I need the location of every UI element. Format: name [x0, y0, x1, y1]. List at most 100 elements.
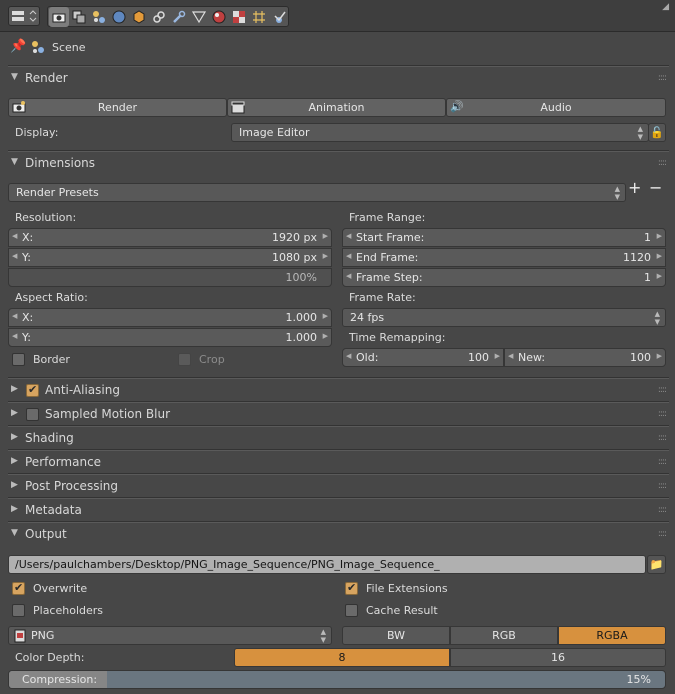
increment-arrow-icon[interactable]: ▶ [657, 272, 662, 280]
start-frame-field[interactable]: ◀ Start Frame: 1 ▶ [342, 228, 666, 247]
increment-arrow-icon[interactable]: ▶ [323, 232, 328, 240]
output-path-field[interactable]: /Users/paulchambers/Desktop/PNG_Image_Se… [8, 555, 646, 574]
scene-icon[interactable] [89, 7, 109, 27]
drag-grip-icon[interactable]: :::: [658, 73, 667, 83]
compression-slider[interactable]: Compression: 15% [8, 670, 666, 689]
decrement-arrow-icon[interactable]: ◀ [346, 352, 351, 360]
file-extensions-label: File Extensions [366, 582, 448, 595]
drag-grip-icon[interactable]: :::: [658, 433, 667, 443]
decrement-arrow-icon[interactable]: ◀ [12, 232, 17, 240]
particles-icon[interactable] [249, 7, 269, 27]
shading-panel-header[interactable]: ▶ Shading :::: [8, 426, 669, 449]
increment-arrow-icon[interactable]: ▶ [323, 332, 328, 340]
resolution-y-field[interactable]: ◀ Y: 1080 px ▶ [8, 248, 332, 267]
object-icon[interactable] [129, 7, 149, 27]
add-preset-button[interactable]: + [628, 180, 641, 196]
increment-arrow-icon[interactable]: ▶ [495, 352, 500, 360]
drag-grip-icon[interactable]: :::: [658, 481, 667, 491]
header-corner-icon[interactable]: ◢ [662, 0, 669, 14]
decrement-arrow-icon[interactable]: ◀ [12, 252, 17, 260]
render-tab-camera-icon[interactable] [49, 7, 69, 27]
motion-blur-checkbox[interactable] [26, 408, 39, 421]
display-dropdown[interactable]: Image Editor ▲ ▼ [231, 123, 649, 142]
lock-interface-icon[interactable]: 🔓 [648, 123, 666, 142]
resolution-x-field[interactable]: ◀ X: 1920 px ▶ [8, 228, 332, 247]
end-frame-field[interactable]: ◀ End Frame: 1120 ▶ [342, 248, 666, 267]
animation-button[interactable]: Animation [227, 98, 446, 117]
increment-arrow-icon[interactable]: ▶ [657, 252, 662, 260]
color-depth-16[interactable]: 16 [450, 648, 666, 667]
color-mode-rgb[interactable]: RGB [450, 626, 558, 645]
file-format-value: PNG [31, 629, 55, 642]
color-mode-bw[interactable]: BW [342, 626, 450, 645]
res-y-value: 1080 px [272, 251, 317, 264]
drag-grip-icon[interactable]: :::: [658, 409, 667, 419]
metadata-panel-header[interactable]: ▶ Metadata :::: [8, 498, 669, 521]
frame-step-field[interactable]: ◀ Frame Step: 1 ▶ [342, 268, 666, 287]
decrement-arrow-icon[interactable]: ◀ [346, 232, 351, 240]
remap-old-label: Old: [356, 351, 379, 364]
constraints-icon[interactable] [149, 7, 169, 27]
remove-preset-button[interactable]: − [649, 180, 662, 196]
material-icon[interactable] [209, 7, 229, 27]
file-extensions-checkbox[interactable] [345, 581, 358, 595]
increment-arrow-icon[interactable]: ▶ [657, 232, 662, 240]
file-format-dropdown[interactable]: PNG ▲ ▼ [8, 626, 332, 645]
remap-old-field[interactable]: ◀ Old: 100 ▶ [342, 348, 504, 367]
increment-arrow-icon[interactable]: ▶ [323, 252, 328, 260]
folder-browse-icon[interactable]: 📁 [647, 555, 666, 574]
placeholders-checkbox[interactable] [12, 604, 25, 617]
anti-aliasing-checkbox[interactable] [26, 383, 39, 397]
decrement-arrow-icon[interactable]: ◀ [346, 272, 351, 280]
asp-y-value: 1.000 [285, 331, 318, 344]
crop-checkbox[interactable] [178, 353, 191, 366]
drag-grip-icon[interactable]: :::: [658, 529, 667, 539]
border-checkbox[interactable] [12, 353, 25, 366]
overwrite-checkbox[interactable] [12, 581, 25, 595]
frame-step-value: 1 [644, 271, 651, 284]
decrement-arrow-icon[interactable]: ◀ [508, 352, 513, 360]
decrement-arrow-icon[interactable]: ◀ [346, 252, 351, 260]
object-data-icon[interactable] [189, 7, 209, 27]
aspect-y-field[interactable]: ◀ Y: 1.000 ▶ [8, 328, 332, 347]
editor-type-button[interactable] [8, 6, 40, 26]
color-mode-rgba[interactable]: RGBA [558, 626, 666, 645]
texture-icon[interactable] [229, 7, 249, 27]
color-depth-8[interactable]: 8 [234, 648, 450, 667]
drag-grip-icon[interactable]: :::: [658, 385, 667, 395]
increment-arrow-icon[interactable]: ▶ [657, 352, 662, 360]
performance-panel-header[interactable]: ▶ Performance :::: [8, 450, 669, 473]
post-processing-panel-header[interactable]: ▶ Post Processing :::: [8, 474, 669, 497]
collapsed-arrow-icon: ▶ [11, 432, 18, 442]
render-layers-icon[interactable] [69, 7, 89, 27]
pin-icon[interactable]: 📌 [10, 40, 26, 54]
output-panel-header[interactable]: ▼ Output :::: [8, 522, 669, 545]
frame-range-label: Frame Range: [349, 211, 426, 224]
render-presets-dropdown[interactable]: Render Presets ▲ ▼ [8, 183, 626, 202]
remap-new-field[interactable]: ◀ New: 100 ▶ [504, 348, 666, 367]
metadata-title: Metadata [25, 503, 82, 517]
modifiers-wrench-icon[interactable] [169, 7, 189, 27]
frame-rate-dropdown[interactable]: 24 fps ▲ ▼ [342, 308, 666, 327]
shading-title: Shading [25, 431, 74, 445]
world-icon[interactable] [109, 7, 129, 27]
drag-grip-icon[interactable]: :::: [658, 505, 667, 515]
aspect-x-field[interactable]: ◀ X: 1.000 ▶ [8, 308, 332, 327]
drag-grip-icon[interactable]: :::: [658, 457, 667, 467]
render-button[interactable]: Render [8, 98, 227, 117]
resolution-percentage-slider[interactable]: 100% [8, 268, 332, 287]
physics-icon[interactable] [269, 7, 289, 27]
anti-aliasing-panel-header[interactable]: ▶ Anti-Aliasing :::: [8, 378, 669, 401]
audio-button[interactable]: Audio [446, 98, 666, 117]
collapsed-arrow-icon: ▶ [11, 408, 18, 418]
dimensions-panel-header[interactable]: ▼ Dimensions :::: [8, 151, 669, 174]
increment-arrow-icon[interactable]: ▶ [323, 312, 328, 320]
decrement-arrow-icon[interactable]: ◀ [12, 312, 17, 320]
render-panel-header[interactable]: ▼ Render :::: [8, 66, 669, 89]
motion-blur-panel-header[interactable]: ▶ Sampled Motion Blur :::: [8, 402, 669, 425]
collapsed-arrow-icon: ▶ [11, 384, 18, 394]
remap-old-value: 100 [468, 351, 489, 364]
cache-result-checkbox[interactable] [345, 604, 358, 617]
decrement-arrow-icon[interactable]: ◀ [12, 332, 17, 340]
drag-grip-icon[interactable]: :::: [658, 158, 667, 168]
